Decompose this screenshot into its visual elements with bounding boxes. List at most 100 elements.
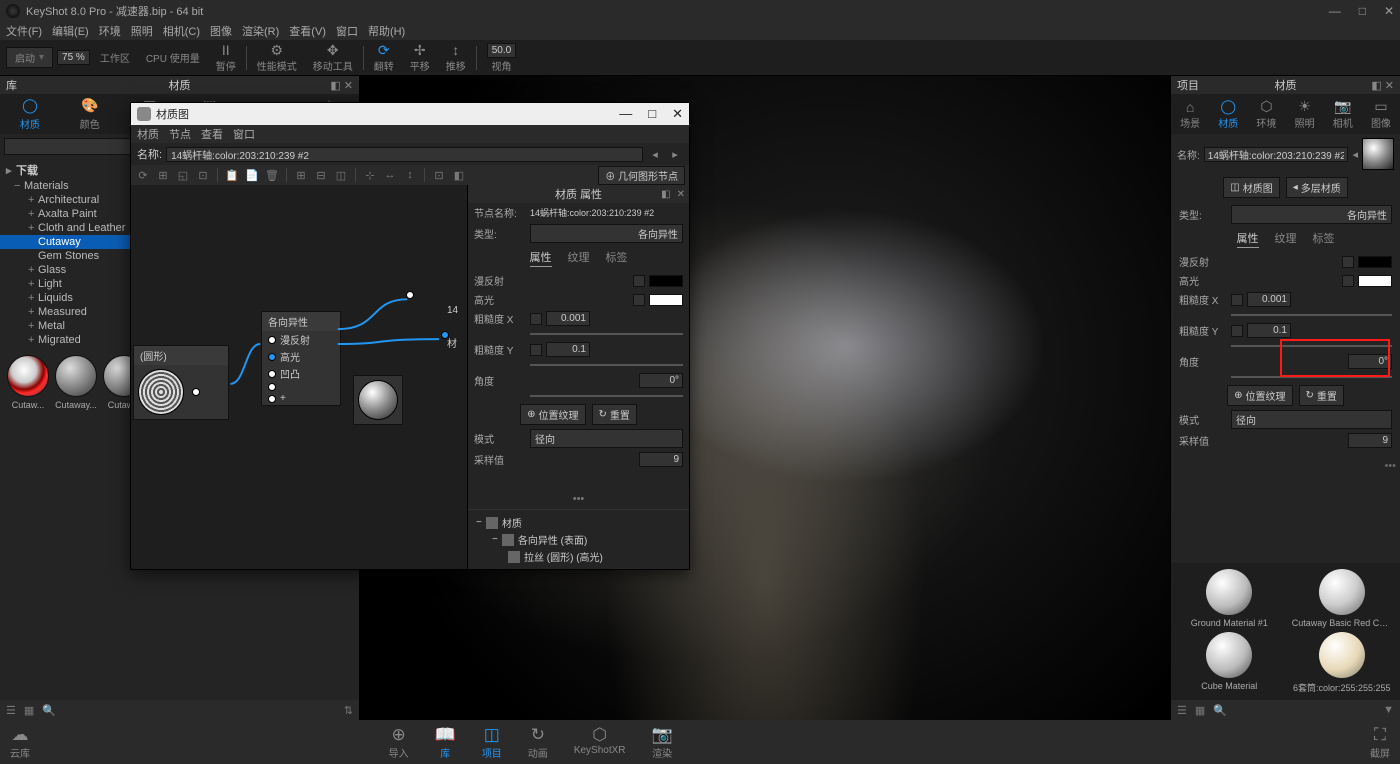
delete-icon[interactable]: 🗑 — [264, 167, 280, 183]
pan-button[interactable]: ✢平移 — [404, 40, 436, 75]
gallery-item[interactable]: Ground Material #1 — [1179, 569, 1279, 628]
rough-y-input[interactable]: 0.1 — [1247, 323, 1291, 338]
texture-toggle[interactable] — [1342, 275, 1354, 287]
perf-button[interactable]: ⚙性能模式 — [251, 40, 303, 75]
search-view-icon[interactable]: 🔍 — [1213, 704, 1227, 717]
rough-x-slider[interactable] — [530, 330, 683, 338]
tool-icon[interactable]: ◫ — [333, 167, 349, 183]
mg-menu-view[interactable]: 查看 — [201, 126, 223, 142]
subtab-texture[interactable]: 纹理 — [568, 249, 590, 267]
material-thumb[interactable]: Cutaway... — [54, 355, 98, 410]
workspace-button[interactable]: 工作区 — [94, 48, 136, 67]
mode-dropdown[interactable]: 径向 — [1231, 410, 1392, 429]
subtab-props[interactable]: 属性 — [1237, 230, 1259, 248]
angle-slider[interactable] — [1231, 373, 1392, 381]
gallery-item[interactable]: Cube Material — [1179, 632, 1279, 694]
texture-toggle[interactable] — [1231, 294, 1243, 306]
material-layer-tree[interactable]: −材质 −各向异性 (表面) 拉丝 (圆形) (高光) — [468, 509, 689, 569]
menu-file[interactable]: 文件(F) — [6, 23, 42, 39]
grid-view-icon[interactable]: ▦ — [24, 704, 34, 717]
screenshot-button[interactable]: ⛶截屏 — [1360, 723, 1400, 762]
multimaterial-button[interactable]: ◂ 多层材质 — [1286, 177, 1348, 198]
menu-camera[interactable]: 相机(C) — [163, 23, 200, 39]
proj-tab-scene[interactable]: ⌂场景 — [1171, 94, 1209, 134]
rough-x-input[interactable]: 0.001 — [546, 311, 590, 326]
window-close-icon[interactable]: ✕ — [1384, 4, 1394, 18]
filter-icon[interactable]: ▼ — [1383, 704, 1394, 716]
geometry-node-button[interactable]: ⊕ 几何图形节点 — [598, 166, 685, 185]
mg-menu-node[interactable]: 节点 — [169, 126, 191, 142]
fov-input[interactable]: 50.0 — [487, 43, 516, 58]
window-close-icon[interactable]: ✕ — [672, 106, 683, 122]
texture-toggle[interactable] — [633, 275, 645, 287]
graph-node-texture[interactable]: (圆形) — [133, 345, 229, 420]
rough-y-slider[interactable] — [1231, 342, 1392, 350]
window-minimize-icon[interactable]: — — [1329, 4, 1341, 18]
proj-tab-camera[interactable]: 📷相机 — [1324, 94, 1362, 134]
rough-x-slider[interactable] — [1231, 311, 1392, 319]
tool-icon[interactable]: ⊹ — [362, 167, 378, 183]
close-icon[interactable]: ◧ ✕ — [1371, 79, 1394, 92]
lib-tab-material[interactable]: ◯材质 — [0, 94, 60, 134]
graph-node-output[interactable] — [353, 375, 403, 425]
color-swatch[interactable] — [649, 294, 683, 306]
cloud-library-button[interactable]: ☁云库 — [0, 723, 40, 762]
grid-view-icon[interactable]: ▦ — [1195, 704, 1205, 717]
proj-tab-material[interactable]: ◯材质 — [1209, 94, 1247, 134]
subtab-label[interactable]: 标签 — [606, 249, 628, 267]
gallery-item[interactable]: 6套筒:color:255:255:255 — [1292, 632, 1392, 694]
tool-icon[interactable]: ⟳ — [135, 167, 151, 183]
menu-edit[interactable]: 编辑(E) — [52, 23, 89, 39]
tool-icon[interactable]: ◧ — [451, 167, 467, 183]
list-view-icon[interactable]: ☰ — [6, 704, 16, 717]
type-dropdown[interactable]: 各向异性 — [530, 224, 683, 243]
angle-input[interactable]: 0° — [1348, 354, 1392, 369]
proj-tab-env[interactable]: ⬡环境 — [1247, 94, 1285, 134]
mg-menu-window[interactable]: 窗口 — [233, 126, 255, 142]
tool-icon[interactable]: 📋 — [224, 167, 240, 183]
menu-view[interactable]: 查看(V) — [289, 23, 326, 39]
texture-toggle[interactable] — [530, 313, 542, 325]
color-swatch[interactable] — [1358, 275, 1392, 287]
material-thumb[interactable]: Cutaw... — [6, 355, 50, 410]
graph-canvas[interactable]: (圆形) 各向异性 漫反射 高光 凹凸 + 14 材 — [131, 185, 467, 569]
gallery-item[interactable]: Cutaway Basic Red Caps — [1292, 569, 1392, 628]
tool-icon[interactable]: ⊡ — [195, 167, 211, 183]
tool-icon[interactable]: ↕ — [402, 167, 418, 183]
start-button[interactable]: 启动▾ — [6, 47, 53, 68]
samples-input[interactable]: 9 — [639, 452, 683, 467]
texture-toggle[interactable] — [633, 294, 645, 306]
position-texture-button[interactable]: ⊕ 位置纹理 — [1227, 385, 1292, 406]
dolly-button[interactable]: ↕推移 — [440, 40, 472, 75]
texture-toggle[interactable] — [1342, 256, 1354, 268]
import-button[interactable]: ⊕导入 — [379, 723, 419, 762]
window-maximize-icon[interactable]: □ — [1359, 4, 1366, 18]
cpu-button[interactable]: CPU 使用量 — [140, 48, 206, 67]
matgraph-titlebar[interactable]: 材质图 —□✕ — [131, 103, 689, 125]
rough-y-slider[interactable] — [530, 361, 683, 369]
samples-input[interactable]: 9 — [1348, 433, 1392, 448]
rough-x-input[interactable]: 0.001 — [1247, 292, 1291, 307]
reset-button[interactable]: ↻ 重置 — [592, 404, 637, 425]
animation-button[interactable]: ↻动画 — [518, 723, 558, 762]
menu-lighting[interactable]: 照明 — [131, 23, 153, 39]
subtab-label[interactable]: 标签 — [1313, 230, 1335, 248]
render-button[interactable]: 📷渲染 — [642, 723, 683, 762]
close-icon[interactable]: ✕ — [677, 189, 685, 200]
menu-render[interactable]: 渲染(R) — [242, 23, 279, 39]
close-icon[interactable]: ◧ ✕ — [330, 79, 353, 92]
material-name-input[interactable] — [1204, 147, 1349, 162]
rotate-button[interactable]: ⟳翻转 — [368, 40, 400, 75]
window-minimize-icon[interactable]: — — [619, 106, 632, 122]
prev-icon[interactable]: ◂ — [647, 146, 663, 162]
sort-icon[interactable]: ⇅ — [344, 704, 353, 717]
drag-handle-icon[interactable]: ••• — [1171, 456, 1400, 476]
position-texture-button[interactable]: ⊕ 位置纹理 — [520, 404, 585, 425]
color-swatch[interactable] — [1358, 256, 1392, 268]
reset-button[interactable]: ↻ 重置 — [1299, 385, 1344, 406]
angle-slider[interactable] — [530, 392, 683, 400]
move-tool-button[interactable]: ✥移动工具 — [307, 40, 359, 75]
rough-y-input[interactable]: 0.1 — [546, 342, 590, 357]
window-maximize-icon[interactable]: □ — [648, 106, 656, 122]
project-button[interactable]: ◫项目 — [472, 723, 512, 762]
